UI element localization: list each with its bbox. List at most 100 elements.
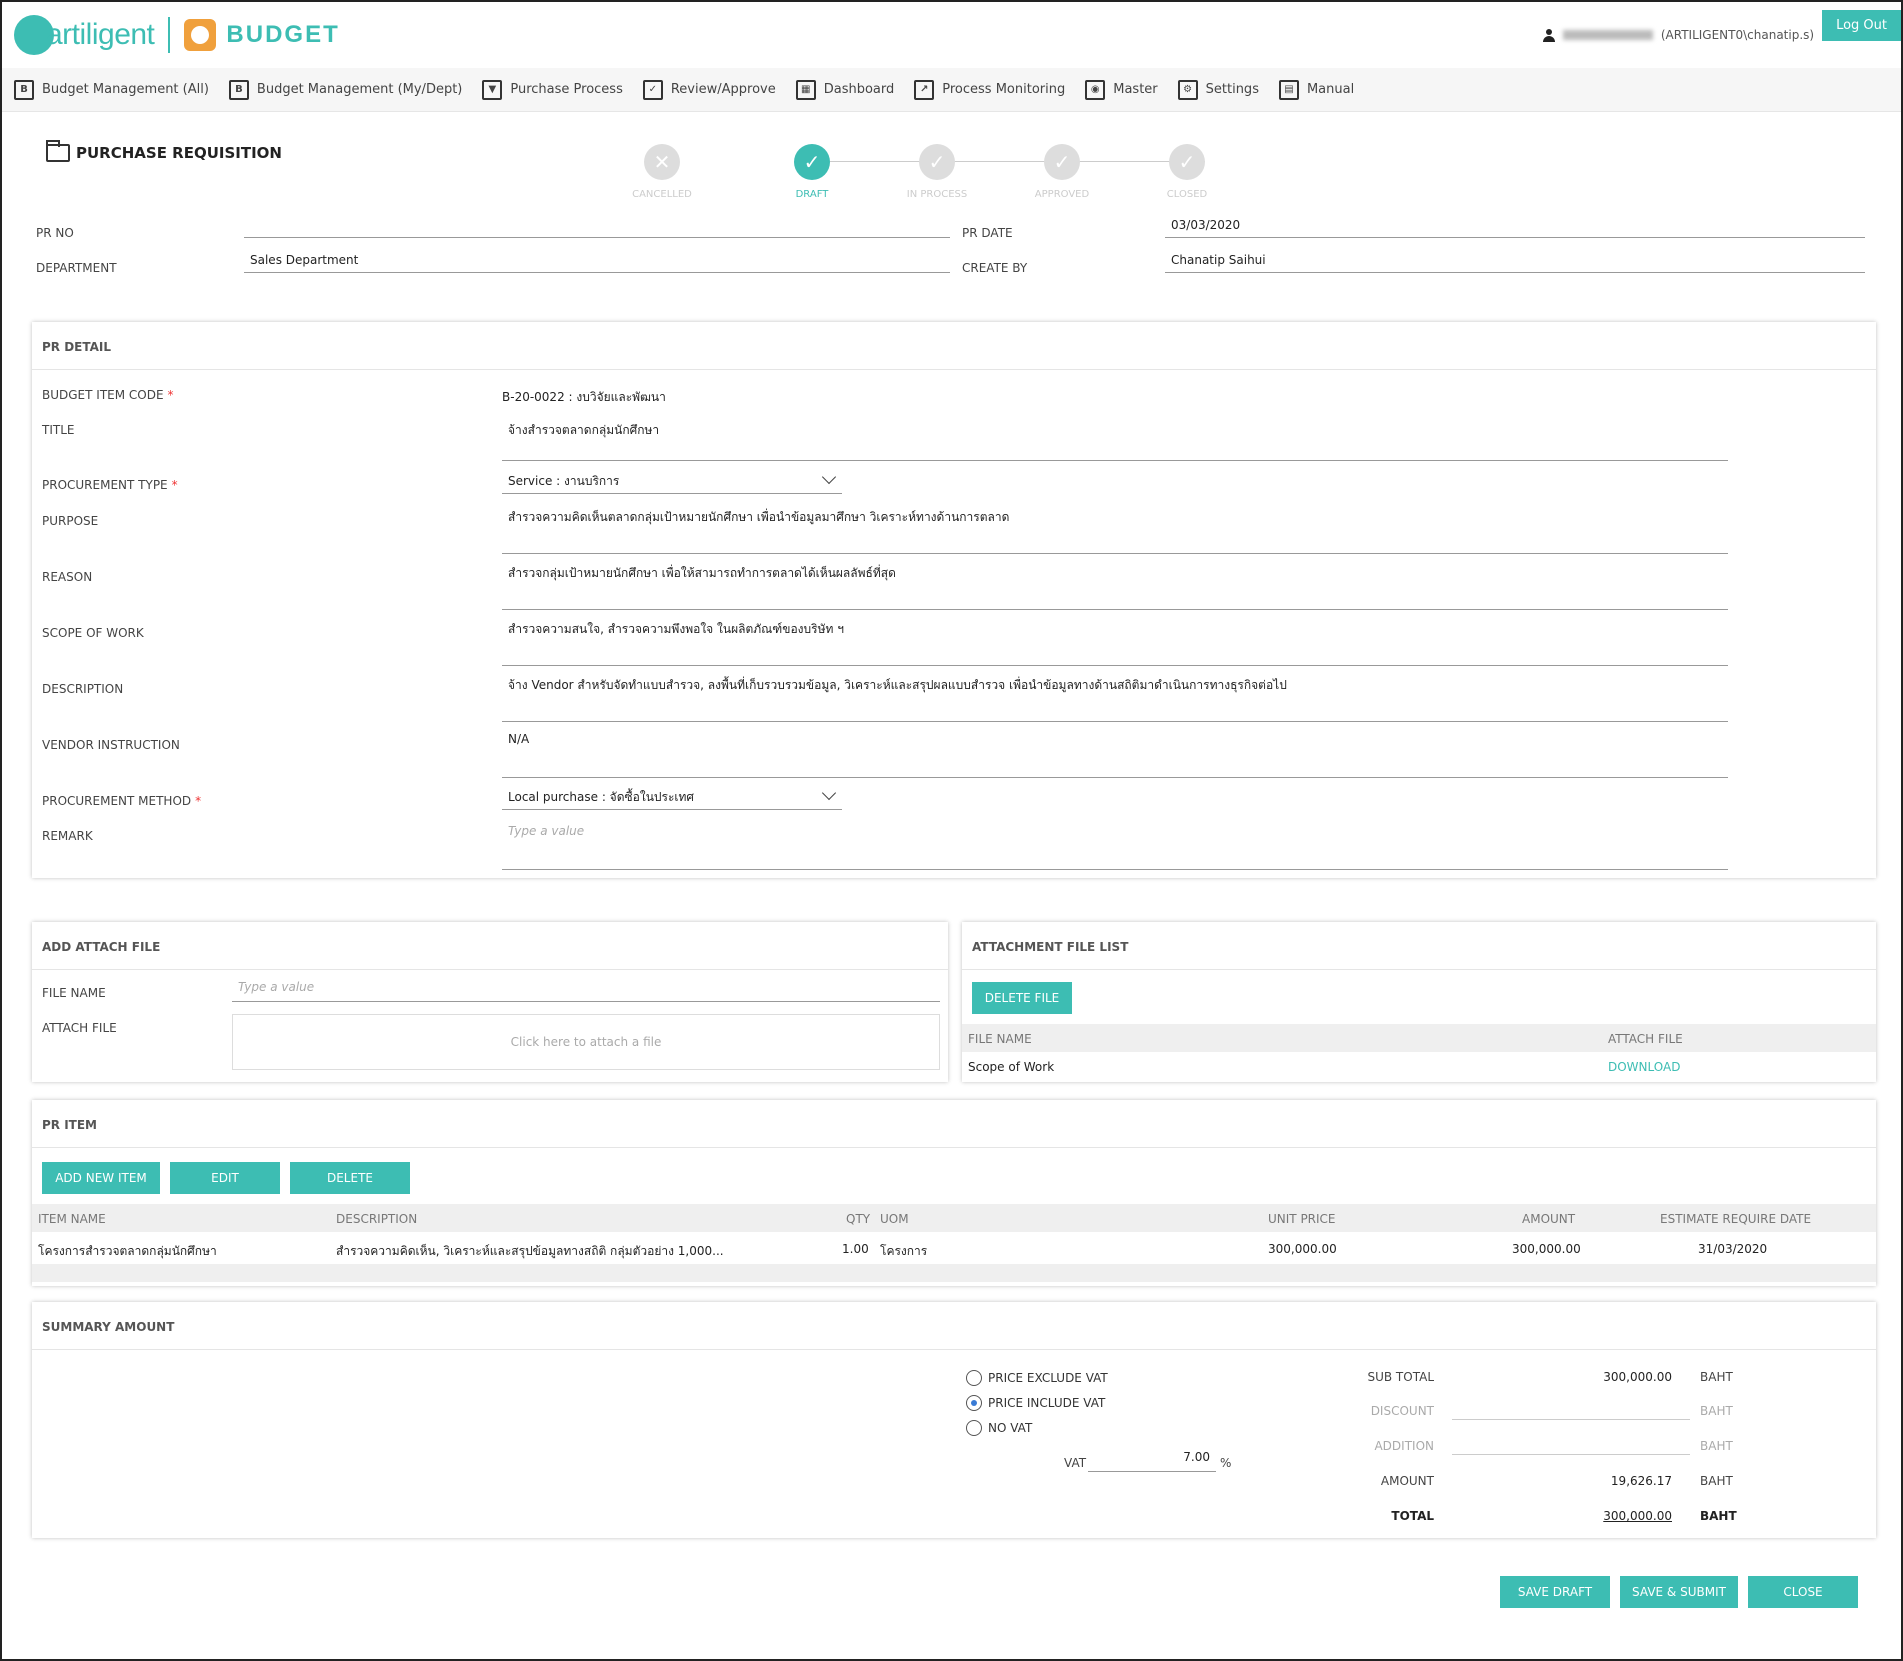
addition-label: ADDITION (1374, 1439, 1434, 1453)
step-draft: ✓ DRAFT (772, 144, 852, 200)
total-label: TOTAL (1391, 1509, 1434, 1523)
folder-icon (46, 140, 70, 162)
pr-no-field[interactable] (244, 218, 950, 238)
nav-item-process-monitoring[interactable]: ↗ Process Monitoring (914, 79, 1065, 100)
pr-date-field[interactable]: 03/03/2020 (1165, 218, 1865, 238)
radio-button-selected (966, 1395, 982, 1411)
vat-label: VAT (1064, 1456, 1087, 1470)
description-field[interactable]: จ้าง Vendor สำหรับจัดทำแบบสำรวจ, ลงพื้นท… (502, 676, 1728, 722)
logout-button[interactable]: Log Out (1822, 9, 1901, 41)
budget-item-code-value: B-20-0022 : งบวิจัยและพัฒนา (502, 390, 666, 404)
budget-logo-icon (184, 19, 217, 51)
nav-item-label: Master (1113, 82, 1158, 97)
nav-item-master[interactable]: ◉ Master (1085, 79, 1158, 100)
table-row[interactable]: โครงการสำรวจตลาดกลุ่มนักศึกษา สำรวจความค… (32, 1234, 1876, 1262)
addition-input[interactable] (1452, 1433, 1690, 1455)
qty-cell: 1.00 (842, 1242, 869, 1256)
purpose-field[interactable]: สำรวจความคิดเห็นตลาดกลุ่มเป้าหมายนักศึกษ… (502, 508, 1728, 554)
remark-field[interactable]: Type a value (502, 824, 1728, 870)
pr-detail-panel: PR DETAIL BUDGET ITEM CODE * B-20-0022 : … (32, 322, 1876, 878)
col-amount: AMOUNT (1522, 1212, 1576, 1226)
col-uom: UOM (880, 1212, 909, 1226)
nav-icon: B (14, 79, 34, 100)
currency-label: BAHT (1700, 1509, 1737, 1523)
step-label: DRAFT (795, 189, 829, 200)
page-header: PURCHASE REQUISITION (46, 140, 282, 162)
nav-item-label: Purchase Process (510, 82, 623, 97)
amount-value: 19,626.17 (1610, 1474, 1672, 1488)
discount-label: DISCOUNT (1370, 1404, 1434, 1418)
scope-of-work-field[interactable]: สำรวจความสนใจ, สำรวจความพึงพอใจ ในผลิตภั… (502, 620, 1728, 666)
col-estimate-require-date: ESTIMATE REQUIRE DATE (1660, 1212, 1812, 1226)
estimate-date-cell: 31/03/2020 (1698, 1242, 1768, 1256)
vat-input[interactable]: 7.00 (1088, 1450, 1216, 1472)
user-box: (ARTILIGENT0\chanatip.s) Log Out (1542, 2, 1901, 68)
total-value: 300,000.00 (1603, 1509, 1672, 1523)
procurement-type-label-text: PROCUREMENT TYPE (42, 478, 168, 492)
currency-label: BAHT (1700, 1474, 1733, 1488)
create-by-field[interactable]: Chanatip Saihui (1165, 253, 1865, 273)
top-bar: artiligent BUDGET (ARTILIGENT0\chanatip.… (2, 2, 1901, 68)
delete-button[interactable]: DELETE (290, 1162, 410, 1194)
close-button[interactable]: CLOSE (1748, 1576, 1858, 1608)
sub-total-label: SUB TOTAL (1367, 1370, 1434, 1384)
nav-icon: ▦ (795, 79, 816, 100)
procurement-type-value: Service : งานบริการ (508, 474, 620, 488)
uom-cell: โครงการ (880, 1244, 928, 1258)
main-content: PURCHASE REQUISITION ✕ CANCELLED ✓ DRAFT ✓ IN… (22, 114, 1882, 1654)
nav-item-manual[interactable]: ▤ Manual (1278, 79, 1354, 100)
department-label: DEPARTMENT (36, 261, 117, 275)
nav-item-label: Review/Approve (670, 82, 776, 97)
currency-label: BAHT (1700, 1439, 1733, 1453)
department-field[interactable]: Sales Department (244, 253, 950, 273)
procurement-type-select[interactable]: Service : งานบริการ (502, 469, 842, 494)
vat-unit: % (1220, 1456, 1232, 1470)
nav-item-settings[interactable]: ⚙ Settings (1177, 79, 1259, 100)
description-label: DESCRIPTION (42, 682, 124, 696)
no-vat-label: NO VAT (988, 1421, 1033, 1435)
nav-item-purchase-process[interactable]: ▼ Purchase Process (482, 79, 623, 100)
logo-divider (168, 17, 171, 53)
title-field[interactable]: จ้างสำรวจตลาดกลุ่มนักศึกษา (502, 415, 1728, 461)
download-link[interactable]: DOWNLOAD (1608, 1060, 1680, 1074)
attachment-file-name: Scope of Work (968, 1060, 1055, 1074)
price-exclude-vat-label: PRICE EXCLUDE VAT (988, 1371, 1108, 1385)
check-icon: ✓ (1044, 144, 1080, 180)
file-dropzone[interactable]: Click here to attach a file (232, 1014, 940, 1070)
table-scrollbar[interactable] (32, 1264, 1876, 1282)
item-name-cell: โครงการสำรวจตลาดกลุ่มนักศึกษา (38, 1244, 217, 1258)
vendor-instruction-field[interactable]: N/A (502, 732, 1728, 778)
step-label: APPROVED (1034, 189, 1090, 200)
save-submit-button[interactable]: SAVE & SUBMIT (1620, 1576, 1738, 1608)
status-stepper: ✕ CANCELLED ✓ DRAFT ✓ IN PROCESS ✓ APPROVED ✓ CLO… (622, 144, 1322, 204)
price-exclude-vat-radio[interactable]: PRICE EXCLUDE VAT (966, 1370, 1108, 1386)
pr-date-label: PR DATE (962, 226, 1013, 240)
nav-icon: ↗ (914, 79, 935, 100)
nav-item-dashboard[interactable]: ▦ Dashboard (795, 79, 894, 100)
delete-file-button[interactable]: DELETE FILE (972, 982, 1072, 1014)
step-label: IN PROCESS (906, 189, 968, 200)
scope-of-work-label: SCOPE OF WORK (42, 626, 144, 640)
nav-item-review-approve[interactable]: ✓ Review/Approve (642, 79, 776, 100)
nav-item-budget-management-all[interactable]: B Budget Management (All) (14, 79, 209, 100)
nav-item-label: Settings (1205, 82, 1259, 97)
reason-field[interactable]: สำรวจกลุ่มเป้าหมายนักศึกษา เพื่อให้สามาร… (502, 564, 1728, 610)
add-new-item-button[interactable]: ADD NEW ITEM (42, 1162, 160, 1194)
nav-icon: ▼ (482, 79, 503, 100)
currency-label: BAHT (1700, 1404, 1733, 1418)
discount-input[interactable] (1452, 1398, 1690, 1420)
procurement-method-select[interactable]: Local purchase : จัดซื้อในประเทศ (502, 785, 842, 810)
nav-icon: B (228, 79, 249, 100)
nav-icon: ✓ (642, 79, 663, 100)
radio-button (966, 1420, 982, 1436)
pr-detail-heading: PR DETAIL (32, 322, 1876, 370)
file-name-input[interactable]: Type a value (232, 980, 940, 1002)
price-include-vat-radio[interactable]: PRICE INCLUDE VAT (966, 1395, 1105, 1411)
amount-cell: 300,000.00 (1512, 1242, 1581, 1256)
no-vat-radio[interactable]: NO VAT (966, 1420, 1032, 1436)
nav-item-budget-management-my-dept[interactable]: B Budget Management (My/Dept) (228, 79, 462, 100)
nav-icon: ⚙ (1177, 79, 1198, 100)
save-draft-button[interactable]: SAVE DRAFT (1500, 1576, 1610, 1608)
nav-item-label: Budget Management (All) (42, 82, 209, 97)
edit-button[interactable]: EDIT (170, 1162, 280, 1194)
